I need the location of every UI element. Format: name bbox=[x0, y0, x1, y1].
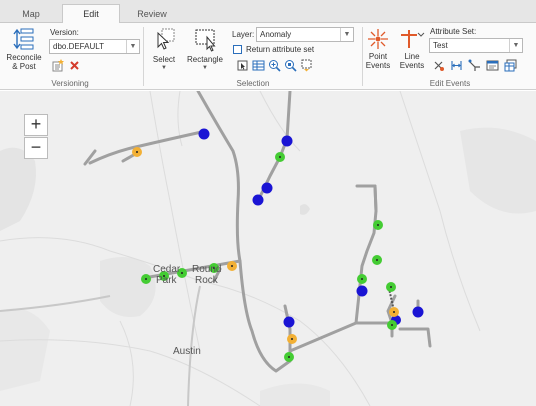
edit-events-group-label: Edit Events bbox=[429, 79, 471, 88]
rectangle-select-button[interactable]: Rectangle ▼ bbox=[186, 27, 224, 73]
edit-ribbon: Reconcile & Post Version: dbo.DEFAULT ▼ … bbox=[0, 23, 536, 90]
map-view[interactable]: Cedar Park Round Rock Austin + − bbox=[0, 91, 536, 406]
reconcile-post-icon bbox=[13, 28, 34, 50]
zoom-out-button[interactable]: − bbox=[24, 137, 48, 159]
place-label-cedar: Cedar bbox=[153, 264, 181, 275]
event-table-icon[interactable] bbox=[504, 59, 517, 72]
line-events-icon bbox=[401, 30, 425, 48]
select-label: Select bbox=[152, 55, 176, 64]
layer-select-value: Anomaly bbox=[260, 30, 292, 39]
select-cursor-icon bbox=[157, 28, 175, 50]
line-events-button[interactable]: Line Events bbox=[396, 28, 428, 70]
map-point-blue bbox=[261, 182, 273, 194]
line-events-label-1: Line bbox=[404, 52, 420, 61]
retire-event-icon[interactable] bbox=[432, 59, 445, 72]
select-by-attributes-icon[interactable] bbox=[236, 59, 249, 72]
ribbon-separator bbox=[143, 27, 144, 86]
reconcile-label-1: Reconcile bbox=[6, 53, 42, 62]
point-events-label-1: Point bbox=[368, 52, 388, 61]
zoom-in-button[interactable]: + bbox=[24, 114, 48, 136]
chevron-down-icon: ▼ bbox=[509, 39, 522, 52]
layer-label: Layer: bbox=[232, 30, 255, 39]
tab-edit[interactable]: Edit bbox=[62, 4, 120, 24]
version-select[interactable]: dbo.DEFAULT ▼ bbox=[49, 39, 140, 54]
reconcile-post-button[interactable]: Reconcile & Post bbox=[4, 27, 44, 71]
map-point-blue bbox=[412, 306, 424, 318]
zoom-to-selected-icon[interactable] bbox=[268, 59, 281, 72]
map-canvas bbox=[0, 91, 536, 406]
attribute-set-select[interactable]: Test ▼ bbox=[429, 38, 523, 53]
point-events-button[interactable]: Point Events bbox=[364, 28, 392, 70]
edit-events-group: Point Events Line Events Attribute Set: … bbox=[364, 23, 536, 90]
map-point-blue bbox=[356, 285, 368, 297]
new-version-icon[interactable] bbox=[52, 59, 65, 72]
ribbon-separator bbox=[362, 27, 363, 86]
rectangle-dropdown-icon: ▼ bbox=[202, 65, 208, 71]
attribute-table-icon[interactable] bbox=[252, 59, 265, 72]
zoom-to-selection-icon[interactable] bbox=[284, 59, 297, 72]
attribute-set-select-value: Test bbox=[433, 41, 448, 50]
measure-range-icon[interactable] bbox=[450, 59, 463, 72]
selection-group: Select ▼ Rectangle ▼ Layer: Anomaly ▼ Re… bbox=[146, 23, 360, 90]
reconcile-label-2: & Post bbox=[12, 62, 36, 71]
return-attribute-checkbox[interactable] bbox=[233, 45, 242, 54]
version-select-value: dbo.DEFAULT bbox=[53, 42, 104, 51]
tab-review[interactable]: Review bbox=[124, 6, 180, 23]
versioning-group: Reconcile & Post Version: dbo.DEFAULT ▼ … bbox=[0, 23, 140, 90]
event-form-icon[interactable] bbox=[486, 59, 499, 72]
chevron-down-icon: ▼ bbox=[340, 28, 353, 41]
place-label-rock: Rock bbox=[195, 275, 218, 286]
map-point-blue bbox=[198, 128, 210, 140]
delete-version-icon[interactable] bbox=[68, 59, 81, 72]
rectangle-label: Rectangle bbox=[186, 55, 224, 64]
map-point-blue bbox=[281, 135, 293, 147]
chevron-down-icon: ▼ bbox=[126, 40, 139, 53]
place-label-park: Park bbox=[156, 275, 177, 286]
split-route-icon[interactable] bbox=[468, 59, 481, 72]
line-events-label-2: Events bbox=[399, 61, 425, 70]
point-events-label-2: Events bbox=[365, 61, 391, 70]
selection-group-label: Selection bbox=[236, 79, 270, 88]
point-events-icon bbox=[368, 29, 388, 49]
rectangle-select-icon bbox=[195, 29, 216, 52]
ribbon-tab-bar: Map Edit Review bbox=[0, 0, 536, 24]
tab-map[interactable]: Map bbox=[4, 6, 58, 23]
attribute-set-label: Attribute Set: bbox=[430, 27, 477, 36]
return-attribute-label: Return attribute set bbox=[246, 45, 315, 54]
place-label-round: Round bbox=[192, 264, 222, 275]
map-point-blue bbox=[252, 194, 264, 206]
version-label: Version: bbox=[50, 28, 79, 37]
clear-selection-icon[interactable] bbox=[300, 59, 313, 72]
map-point-blue bbox=[283, 316, 295, 328]
select-button[interactable]: Select ▼ bbox=[148, 27, 180, 73]
place-label-austin: Austin bbox=[173, 346, 201, 357]
versioning-group-label: Versioning bbox=[51, 79, 89, 88]
layer-select[interactable]: Anomaly ▼ bbox=[256, 27, 354, 42]
select-dropdown-icon: ▼ bbox=[161, 65, 167, 71]
